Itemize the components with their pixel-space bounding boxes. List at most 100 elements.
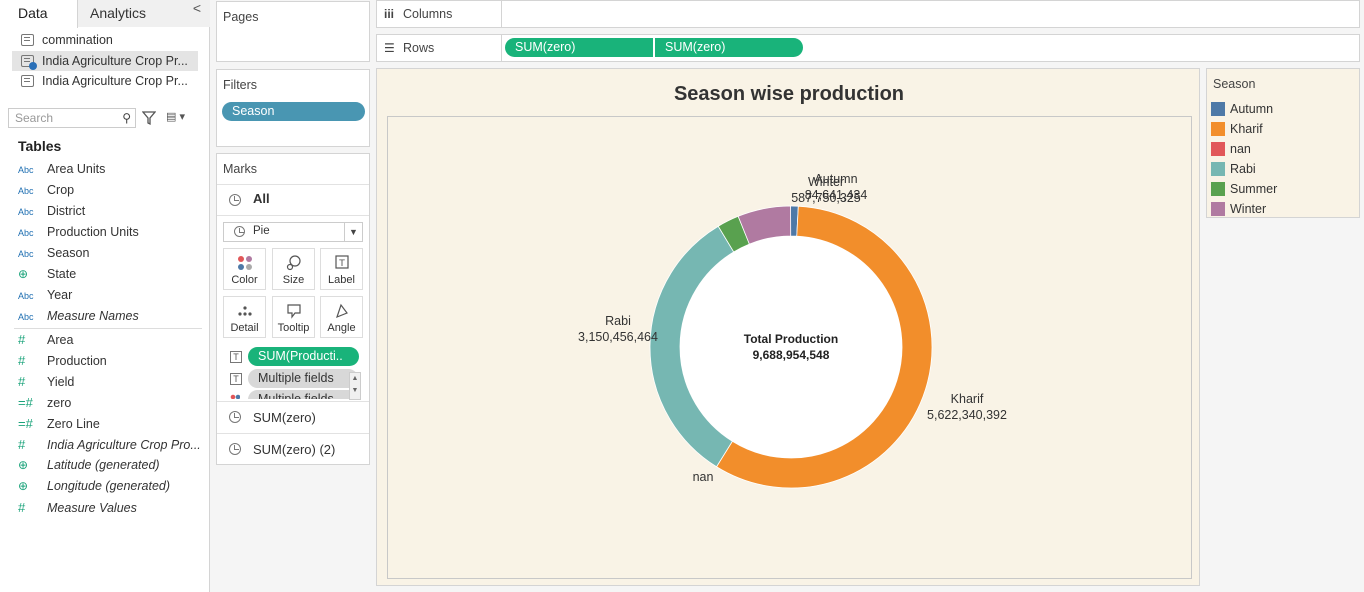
filters-card[interactable]: Filters Season [216,69,370,147]
tooltip-button[interactable]: Tooltip [272,296,315,338]
data-tabbar: Data Analytics < [0,0,210,28]
field-item[interactable]: Abc Crop [18,180,204,201]
color-legend: Season Autumn Kharif nan Rabi Summer Winter [1206,68,1360,218]
marks-layer-sum-zero-2[interactable]: SUM(zero) (2) [217,433,369,464]
field-item[interactable]: # Measure Values [18,497,204,518]
field-label: Measure Names [47,309,139,323]
globe-icon: ⊕ [18,479,29,493]
text-label-icon: T [230,351,242,363]
marks-pill-multiple-fields[interactable]: Multiple fields [248,369,358,388]
text-type-icon: Abc [18,165,34,175]
text-label-icon: T [230,373,242,385]
label-button[interactable]: T Label [320,248,363,290]
number-type-icon: # [18,332,26,347]
field-label: Latitude (generated) [47,458,160,472]
search-placeholder: Search [15,111,54,125]
field-label: Area [47,333,74,347]
field-item[interactable]: ⊕ State [18,264,204,285]
field-item[interactable]: # Production [18,350,204,371]
text-type-icon: Abc [18,249,34,259]
data-pane: Data Analytics < commination India Agric… [0,0,210,592]
filter-icon[interactable] [142,110,156,126]
view-options-icon[interactable]: ▤ ▾ [166,110,202,126]
datasource-item-selected[interactable]: India Agriculture Crop Pr... [12,51,198,71]
field-label: Production [47,354,107,368]
legend-swatch [1211,202,1225,216]
field-item[interactable]: Abc Season [18,243,204,264]
chevron-down-icon[interactable]: ▼ [344,223,362,241]
field-item[interactable]: Abc Measure Names [18,306,204,327]
number-type-icon: # [18,437,26,452]
legend-item[interactable]: Autumn [1211,99,1359,119]
marks-all-row[interactable]: All [217,184,369,216]
legend-item[interactable]: Summer [1211,179,1359,199]
legend-swatch [1211,122,1225,136]
marks-title: Marks [223,162,258,176]
field-label: Season [47,246,90,260]
marks-all-label: All [253,191,270,206]
field-item[interactable]: ⊕ Latitude (generated) [18,455,204,476]
tooltip-label: Tooltip [277,322,310,334]
field-item[interactable]: ⊕ Longitude (generated) [18,476,204,497]
tab-data[interactable]: Data [0,0,78,28]
field-item[interactable]: # Area [18,329,204,350]
color-button[interactable]: Color [223,248,266,290]
columns-shelf[interactable]: iii Columns [376,0,1360,28]
field-item[interactable]: =# Zero Line [18,413,204,434]
rows-shelf-label: ☰ Rows [377,35,502,61]
text-type-icon: Abc [18,312,34,322]
datasource-label: India Agriculture Crop Pr... [42,74,188,88]
slice-label-name: Rabi [605,314,631,328]
rows-pill-sum-zero[interactable]: SUM(zero) [505,38,653,57]
rows-shelf[interactable]: ☰ Rows SUM(zero) SUM(zero) [376,34,1360,62]
globe-icon: ⊕ [18,267,29,281]
legend-item[interactable]: Winter [1211,199,1359,219]
field-item[interactable]: Abc Area Units [18,159,204,180]
slice-label-name: Autumn [814,172,858,186]
field-item[interactable]: =# zero [18,392,204,413]
legend-label: Kharif [1230,122,1263,136]
field-label: Year [47,288,73,302]
field-item[interactable]: # Yield [18,371,204,392]
legend-item[interactable]: Kharif [1211,119,1359,139]
dimension-measure-divider [14,328,202,329]
text-type-icon: Abc [18,186,34,196]
marks-scrollbar[interactable]: ▲ ▼ [349,372,361,400]
columns-shelf-label: iii Columns [377,1,502,27]
slice-label-autumn: Autumn 84,641,434 [786,171,886,203]
center-label-title: Total Production [743,332,839,346]
filter-pill-season[interactable]: Season [222,102,365,121]
marks-pill-sum-production[interactable]: SUM(Producti.. [248,347,359,366]
legend-item[interactable]: nan [1211,139,1359,159]
marks-layer-label: SUM(zero) (2) [253,442,336,457]
number-type-icon: # [18,500,26,515]
field-label: Yield [47,375,75,389]
detail-label: Detail [230,322,259,334]
field-item[interactable]: # India Agriculture Crop Pro... [18,434,204,455]
color-dots-icon [230,393,241,399]
angle-button[interactable]: Angle [320,296,363,338]
pages-card[interactable]: Pages [216,1,370,62]
legend-title: Season [1213,77,1256,91]
tab-analytics[interactable]: Analytics [78,0,210,27]
field-item[interactable]: Abc Year [18,285,204,306]
field-label: Area Units [47,162,106,176]
marks-layer-sum-zero[interactable]: SUM(zero) [217,401,369,432]
legend-item[interactable]: Rabi [1211,159,1359,179]
size-button[interactable]: Size [272,248,315,290]
collapse-pane-icon[interactable]: < [193,0,201,16]
datasource-icon [21,34,34,46]
detail-button[interactable]: Detail [223,296,266,338]
text-type-icon: Abc [18,228,34,238]
marks-pill-multiple-fields-2[interactable]: Multiple fields [248,390,357,399]
field-item[interactable]: Abc District [18,201,204,222]
datasource-item[interactable]: commination [12,30,198,50]
rows-pill-sum-zero-2[interactable]: SUM(zero) [655,38,803,57]
search-input[interactable]: Search ⚲ [8,108,136,128]
number-type-icon: # [18,374,26,389]
datasource-item[interactable]: India Agriculture Crop Pr... [12,71,198,91]
mark-type-dropdown[interactable]: Pie ▼ [223,222,363,242]
mark-type-value: Pie [253,225,270,237]
text-type-icon: Abc [18,207,34,217]
field-item[interactable]: Abc Production Units [18,222,204,243]
